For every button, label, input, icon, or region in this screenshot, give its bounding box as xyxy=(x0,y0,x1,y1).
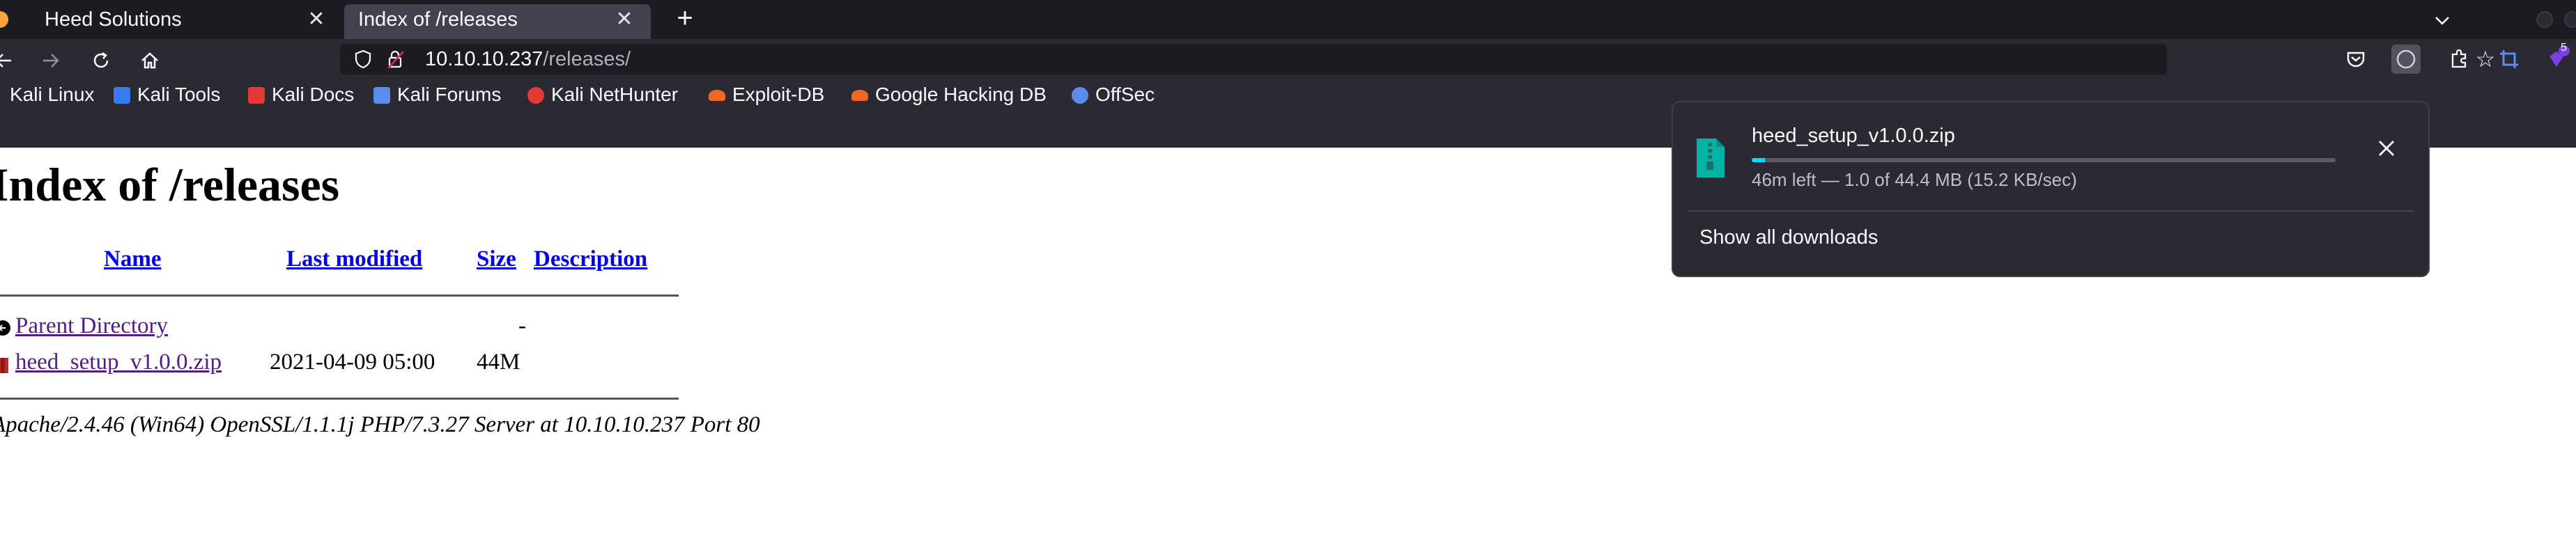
tab-heed-solutions[interactable]: Heed Solutions ✕ xyxy=(25,0,341,39)
divider xyxy=(0,398,679,400)
url-path: /releases/ xyxy=(543,48,631,70)
bookmark-label: Kali Docs xyxy=(272,84,355,105)
bookmark-kali-tools[interactable]: Kali Tools xyxy=(114,78,220,111)
download-progress-fill xyxy=(1752,158,1766,162)
download-filename[interactable]: heed_setup_v1.0.0.zip xyxy=(1752,125,1955,148)
download-progress-bar xyxy=(1752,158,2336,162)
kali-tools-icon xyxy=(114,87,130,104)
compressed-file-icon xyxy=(0,355,10,378)
zip-file-icon xyxy=(1694,137,1727,182)
kali-dragon-icon xyxy=(0,87,3,104)
divider xyxy=(1688,210,2414,212)
bookmark-label: Exploit-DB xyxy=(732,84,825,105)
bookmark-label: Kali NetHunter xyxy=(551,84,679,105)
bookmark-label: Kali Forums xyxy=(397,84,502,105)
forward-button[interactable] xyxy=(33,39,68,78)
url-text[interactable]: 10.10.10.237/releases/ xyxy=(425,44,631,74)
tab-title: Heed Solutions xyxy=(45,8,182,31)
kali-forums-icon xyxy=(373,87,390,104)
tracking-shield-icon[interactable] xyxy=(354,49,372,72)
tab-index-of-releases[interactable]: Index of /releases ✕ xyxy=(344,4,651,39)
extensions-puzzle-icon[interactable] xyxy=(2444,45,2474,74)
home-button[interactable] xyxy=(132,39,167,78)
chevron-down-icon[interactable] xyxy=(2425,0,2460,39)
nethunter-icon xyxy=(527,87,544,104)
download-status: 46m left — 1.0 of 44.4 MB (15.2 KB/sec) xyxy=(1752,169,2077,190)
bookmark-offsec[interactable]: OffSec xyxy=(1072,78,1155,111)
downloads-progress-icon[interactable] xyxy=(2391,45,2421,74)
row-last-modified: 2021-04-09 05:00 xyxy=(270,350,435,375)
tab-close-icon[interactable]: ✕ xyxy=(610,4,638,35)
column-header-size[interactable]: Size xyxy=(477,246,516,272)
row-size: 44M xyxy=(477,350,520,375)
reload-button[interactable] xyxy=(84,39,118,78)
bookmark-exploit-db[interactable]: Exploit-DB xyxy=(709,78,824,111)
divider xyxy=(0,295,679,297)
pocket-icon[interactable] xyxy=(2341,45,2370,74)
show-all-downloads-button[interactable]: Show all downloads xyxy=(1699,226,1878,249)
navigation-toolbar: 10.10.10.237/releases/ ☆ 5 xyxy=(0,39,2576,78)
bookmark-kali-linux[interactable]: Kali Linux xyxy=(0,78,94,111)
page-title: Index of /releases xyxy=(0,158,340,211)
window-minimize-button[interactable] xyxy=(2536,11,2553,28)
bookmark-label: Google Hacking DB xyxy=(875,84,1047,105)
insecure-lock-icon[interactable] xyxy=(386,49,406,73)
new-tab-button[interactable]: + xyxy=(668,0,702,39)
bookmark-label: OffSec xyxy=(1095,84,1155,105)
window-maximize-button[interactable] xyxy=(2564,11,2576,28)
tab-strip: Heed Solutions ✕ Index of /releases ✕ + xyxy=(0,0,2576,39)
back-button[interactable] xyxy=(0,39,21,78)
ghdb-icon xyxy=(851,90,868,101)
url-host: 10.10.10.237 xyxy=(425,48,543,70)
firefox-icon xyxy=(0,11,8,28)
file-link-heed-setup[interactable]: heed_setup_v1.0.0.zip xyxy=(15,350,222,375)
bookmark-label: Kali Tools xyxy=(137,84,221,105)
crop-icon[interactable] xyxy=(2494,45,2524,74)
bookmark-kali-docs[interactable]: Kali Docs xyxy=(248,78,354,111)
tab-close-icon[interactable]: ✕ xyxy=(302,0,330,39)
bookmark-label: Kali Linux xyxy=(10,84,95,105)
bookmark-kali-nethunter[interactable]: Kali NetHunter xyxy=(527,78,678,111)
exploit-db-icon xyxy=(709,90,725,101)
bookmark-kali-forums[interactable]: Kali Forums xyxy=(373,78,501,111)
parent-directory-link[interactable]: Parent Directory xyxy=(15,313,168,339)
tab-title: Index of /releases xyxy=(358,8,518,31)
kali-docs-icon xyxy=(248,87,265,104)
downloads-panel: heed_setup_v1.0.0.zip 46m left — 1.0 of … xyxy=(1672,101,2430,277)
row-size: - xyxy=(518,313,526,338)
column-header-description[interactable]: Description xyxy=(534,246,647,272)
back-arrow-icon xyxy=(0,319,13,340)
server-signature: Apache/2.4.46 (Win64) OpenSSL/1.1.1j PHP… xyxy=(0,412,760,437)
profile-extension-icon[interactable]: 5 xyxy=(2542,42,2571,74)
offsec-icon xyxy=(1072,87,1088,104)
url-bar[interactable]: 10.10.10.237/releases/ ☆ xyxy=(340,44,2495,74)
cancel-download-icon[interactable] xyxy=(2371,132,2402,162)
profile-badge: 5 xyxy=(2561,42,2567,54)
bookmark-google-hacking-db[interactable]: Google Hacking DB xyxy=(851,78,1047,111)
column-header-last-modified[interactable]: Last modified xyxy=(286,246,422,272)
column-header-name[interactable]: Name xyxy=(104,246,161,272)
